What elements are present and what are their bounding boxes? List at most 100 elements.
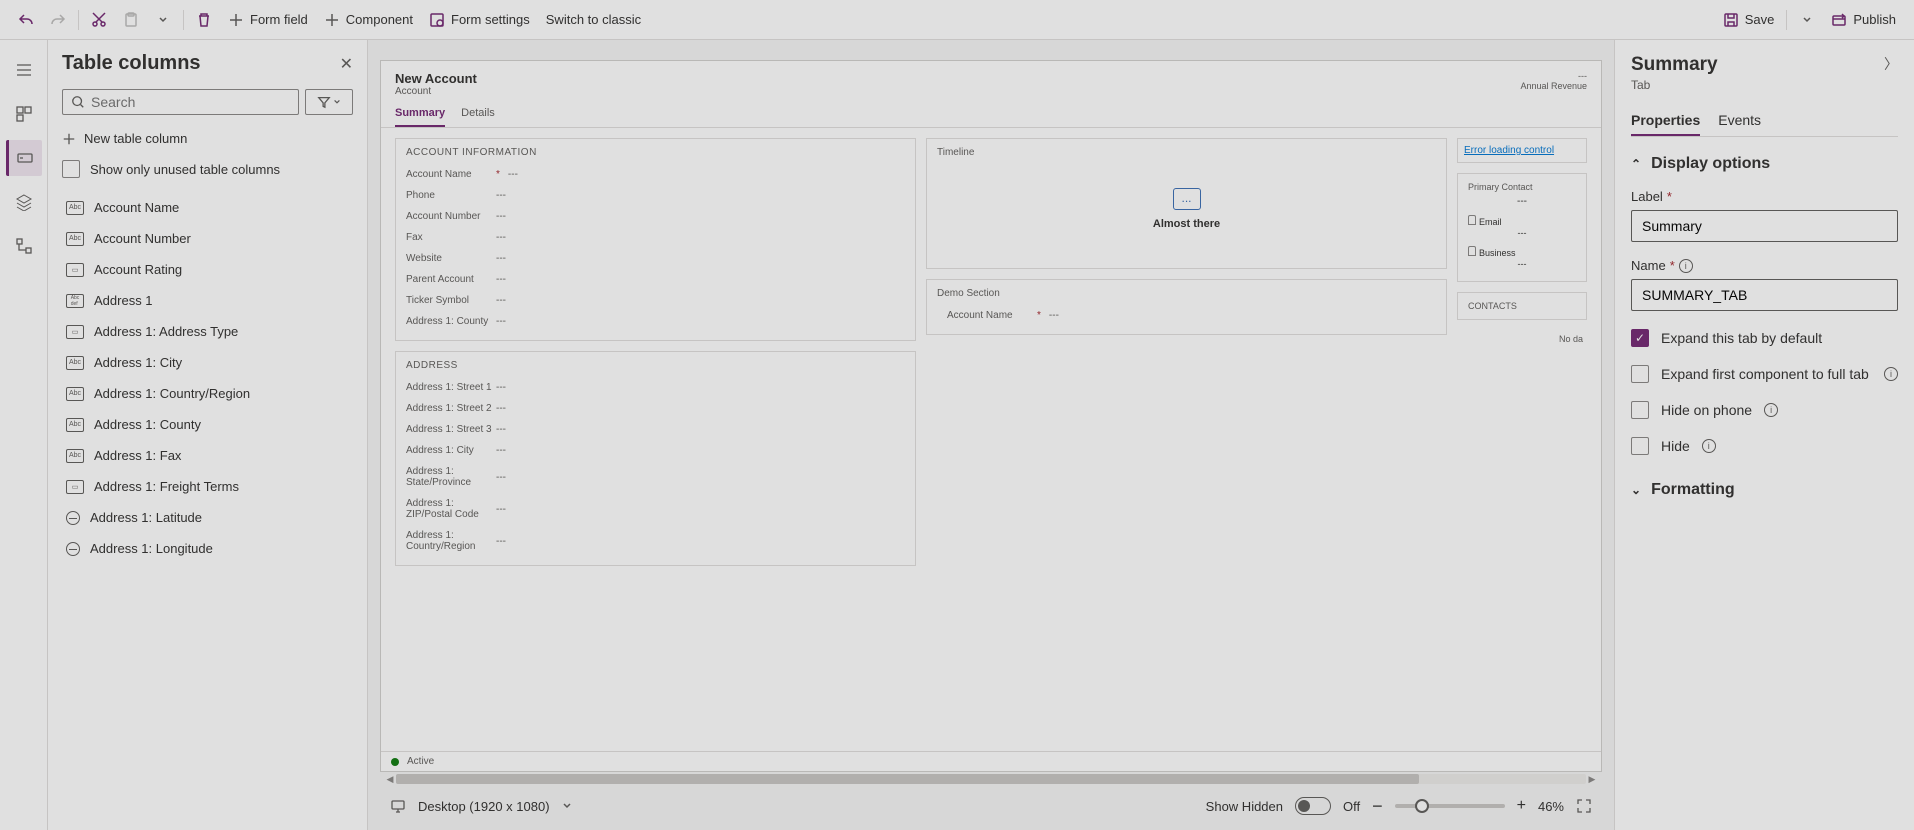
filter-icon [317,95,331,109]
layers-icon[interactable] [6,184,42,220]
show-hidden-toggle[interactable] [1295,797,1331,815]
new-table-column-button[interactable]: New table column [62,131,353,146]
contact-field[interactable]: Email--- [1468,211,1576,242]
form-field[interactable]: Ticker Symbol--- [406,290,905,311]
paste-chevron[interactable] [147,11,179,29]
info-icon[interactable]: i [1884,367,1898,381]
form-field[interactable]: Fax--- [406,227,905,248]
undo-button[interactable] [10,8,42,32]
filter-button[interactable] [305,89,353,115]
cut-button[interactable] [83,8,115,32]
form-field[interactable]: Parent Account--- [406,269,905,290]
option-icon: ▭ [66,480,84,494]
column-item[interactable]: Address 1: Longitude [62,533,353,564]
display-options-header[interactable]: ⌃ Display options [1631,155,1898,173]
primary-contact-section[interactable]: Primary Contact --- Email---Business--- [1457,173,1587,282]
switch-to-classic-button[interactable]: Switch to classic [538,8,649,31]
hide-phone-checkbox[interactable] [1631,401,1649,419]
form-field[interactable]: Account Number--- [406,206,905,227]
column-item[interactable]: AbcdefAddress 1 [62,285,353,316]
form-field[interactable]: Account Name*--- [406,164,905,185]
info-icon[interactable]: i [1764,403,1778,417]
column-item[interactable]: AbcAccount Name [62,192,353,223]
column-item[interactable]: AbcAddress 1: City [62,347,353,378]
props-tab-properties[interactable]: Properties [1631,106,1700,136]
save-chevron[interactable] [1791,11,1823,29]
hide-checkbox[interactable] [1631,437,1649,455]
column-item[interactable]: AbcAddress 1: County [62,409,353,440]
expand-default-checkbox[interactable] [1631,329,1649,347]
contact-field[interactable]: Business--- [1468,242,1576,273]
column-item[interactable]: ▭Address 1: Freight Terms [62,471,353,502]
column-item[interactable]: AbcAddress 1: Fax [62,440,353,471]
form-field[interactable]: Address 1: County--- [406,311,905,332]
chevron-right-icon[interactable]: 〉 [1884,54,1898,74]
canvas-hscroll[interactable]: ◀ ▶ [380,772,1602,786]
form-field-button[interactable]: Form field [220,8,316,32]
expand-first-checkbox[interactable] [1631,365,1649,383]
form-settings-button[interactable]: Form settings [421,8,538,32]
search-input[interactable] [91,94,290,110]
form-subtitle: Account [395,86,477,97]
form-field[interactable]: Address 1: Country/Region--- [406,525,905,557]
form-tab-summary[interactable]: Summary [395,101,445,127]
form-field[interactable]: Phone--- [406,185,905,206]
form-tab-details[interactable]: Details [461,101,495,127]
globe-icon [66,542,80,556]
component-button[interactable]: Component [316,8,421,32]
label-input[interactable] [1631,210,1898,242]
form-tabs: Summary Details [381,101,1601,128]
demo-section[interactable]: Demo Section Account Name*--- [926,279,1447,335]
hamburger-icon[interactable] [6,52,42,88]
zoom-out-button[interactable]: − [1372,796,1383,817]
info-icon[interactable]: i [1679,259,1693,273]
components-icon[interactable] [6,96,42,132]
delete-button[interactable] [188,8,220,32]
publish-button[interactable]: Publish [1823,8,1904,32]
top-toolbar: Form field Component Form settings Switc… [0,0,1914,40]
show-unused-checkbox[interactable] [62,160,80,178]
error-loading-link[interactable]: Error loading control [1464,145,1554,156]
form-field[interactable]: Address 1: State/Province--- [406,461,905,493]
form-field[interactable]: Website--- [406,248,905,269]
close-icon[interactable]: ✕ [340,54,353,74]
info-icon[interactable]: i [1702,439,1716,453]
name-field-label: Name* i [1631,258,1898,273]
address-section[interactable]: ADDRESS Address 1: Street 1---Address 1:… [395,351,916,566]
save-button[interactable]: Save [1715,8,1783,32]
form-field[interactable]: Address 1: City--- [406,440,905,461]
redo-button[interactable] [42,8,74,32]
columns-icon[interactable] [6,140,42,176]
props-title: Summary [1631,54,1718,76]
contacts-section[interactable]: CONTACTS [1457,292,1587,320]
props-subtitle: Tab [1631,78,1718,92]
column-item[interactable]: AbcAddress 1: Country/Region [62,378,353,409]
form-canvas[interactable]: New Account Account --- Annual Revenue S… [380,60,1602,772]
zoom-in-button[interactable]: + [1517,797,1526,815]
column-item[interactable]: ▭Address 1: Address Type [62,316,353,347]
account-info-section[interactable]: ACCOUNT INFORMATION Account Name*---Phon… [395,138,916,341]
props-tab-events[interactable]: Events [1718,106,1761,136]
name-input[interactable] [1631,279,1898,311]
form-field[interactable]: Address 1: Street 3--- [406,419,905,440]
tree-icon[interactable] [6,228,42,264]
show-hidden-label: Show Hidden [1206,799,1283,814]
chevron-down-icon[interactable] [562,801,572,811]
paste-button[interactable] [115,8,147,32]
form-field[interactable]: Address 1: Street 2--- [406,398,905,419]
formatting-header[interactable]: ⌄ Formatting [1631,481,1898,499]
timeline-section[interactable]: Timeline Almost there [926,138,1447,269]
column-item[interactable]: Address 1: Latitude [62,502,353,533]
column-list: AbcAccount NameAbcAccount Number▭Account… [62,192,353,818]
form-field[interactable]: Account Name*--- [947,305,1436,326]
column-item[interactable]: AbcAccount Number [62,223,353,254]
form-field[interactable]: Address 1: Street 1--- [406,377,905,398]
search-input-wrapper[interactable] [62,89,299,115]
column-item[interactable]: ▭Account Rating [62,254,353,285]
form-field[interactable]: Address 1: ZIP/Postal Code--- [406,493,905,525]
zoom-slider[interactable] [1395,804,1505,808]
fit-icon[interactable] [1576,798,1592,814]
text-icon: Abc [66,232,84,246]
error-section[interactable]: Error loading control [1457,138,1587,163]
viewport-selector[interactable]: Desktop (1920 x 1080) [418,799,550,814]
